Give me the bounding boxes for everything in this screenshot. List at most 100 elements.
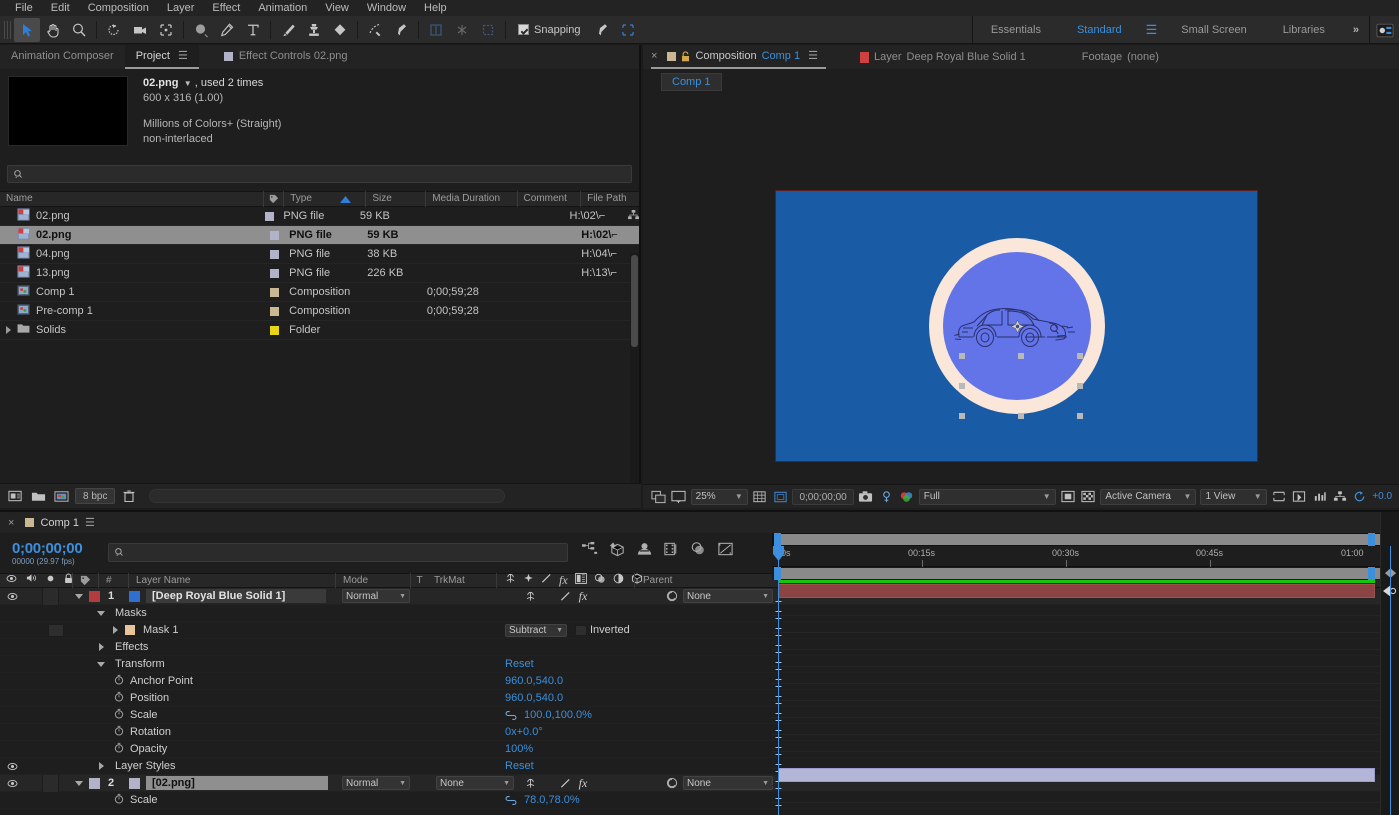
project-tab-project[interactable]: Project ☰: [124, 45, 199, 69]
timeline-tab-label[interactable]: Comp 1: [40, 517, 79, 529]
channels-icon[interactable]: [898, 488, 914, 506]
col-trkmat[interactable]: TrkMat: [428, 573, 496, 588]
col-name[interactable]: Name: [0, 191, 264, 207]
navigator-end-handle[interactable]: [1368, 567, 1375, 580]
zoom-tool[interactable]: [66, 18, 92, 42]
frame-blending-icon[interactable]: [663, 541, 680, 560]
item-label-swatch[interactable]: [264, 211, 274, 221]
new-composition-icon[interactable]: [52, 487, 70, 505]
always-preview-icon[interactable]: [650, 488, 666, 506]
grid-guides-icon[interactable]: [752, 488, 768, 506]
item-label-swatch[interactable]: [270, 249, 280, 259]
col-layer-name[interactable]: Layer Name: [128, 573, 335, 588]
expand-triangle-icon[interactable]: [98, 762, 104, 770]
type-tool[interactable]: [240, 18, 266, 42]
layer-quality-toggle[interactable]: [558, 775, 573, 792]
workspace-overflow-icon[interactable]: »: [1343, 16, 1369, 44]
expand-triangle-icon[interactable]: [112, 626, 118, 634]
layer-blend-mode-dropdown[interactable]: Normal ▼: [342, 589, 410, 603]
show-snapshot-icon[interactable]: [878, 488, 894, 506]
project-row[interactable]: 02.png PNG file 59 KB H:\02\⌐: [0, 207, 639, 226]
item-label-swatch[interactable]: [270, 268, 280, 278]
stopwatch-icon[interactable]: [114, 742, 124, 756]
collapse-triangle-icon[interactable]: [75, 780, 83, 786]
menu-item-view[interactable]: View: [316, 0, 358, 16]
property-value[interactable]: Reset: [505, 658, 534, 670]
pixel-aspect-icon[interactable]: [1271, 488, 1287, 506]
frame-blend-switch-icon[interactable]: [574, 572, 587, 589]
current-timecode[interactable]: 0;00;00;00: [12, 541, 83, 556]
brush-tool[interactable]: [275, 18, 301, 42]
tab-layer[interactable]: Layer Deep Royal Blue Solid 1: [859, 45, 1034, 69]
work-area-track[interactable]: [778, 534, 1393, 545]
selection-tool[interactable]: [14, 17, 40, 42]
mask-shape-icon[interactable]: [475, 18, 501, 42]
project-search-box[interactable]: [7, 165, 632, 183]
composition-mini-flowchart-icon[interactable]: [582, 541, 599, 560]
property-value[interactable]: 0x+0.0°: [505, 726, 543, 738]
item-label-swatch[interactable]: [270, 325, 280, 335]
tab-footage[interactable]: Footage (none): [1082, 45, 1167, 69]
shape-tool[interactable]: [188, 18, 214, 42]
pen-tool[interactable]: [214, 18, 240, 42]
snapshot-icon[interactable]: [858, 488, 874, 506]
layer-shy-toggle[interactable]: [518, 588, 542, 605]
close-icon[interactable]: ×: [651, 45, 657, 68]
menu-item-help[interactable]: Help: [415, 0, 456, 16]
mask-visibility-toggle[interactable]: [48, 623, 64, 637]
draft-3d-icon[interactable]: [609, 541, 626, 560]
item-label-swatch[interactable]: [270, 230, 280, 240]
stopwatch-icon[interactable]: [114, 691, 124, 705]
mask-mode-dropdown[interactable]: Subtract ▼: [505, 624, 567, 637]
distribute-icon[interactable]: [449, 18, 475, 42]
layer-shy-toggle[interactable]: [518, 775, 542, 792]
col-type[interactable]: Type: [284, 191, 367, 207]
project-tab-animation-composer[interactable]: Animation Composer: [0, 45, 125, 69]
snap-align-icon[interactable]: [589, 18, 615, 42]
project-row[interactable]: Solids Folder: [0, 321, 639, 340]
col-media-duration[interactable]: Media Duration: [426, 191, 518, 207]
stopwatch-icon[interactable]: [114, 725, 124, 739]
project-search-input[interactable]: [27, 168, 626, 180]
menu-item-file[interactable]: File: [6, 0, 42, 16]
collapse-triangle-icon[interactable]: [97, 661, 105, 667]
layer-video-toggle[interactable]: [0, 588, 24, 605]
views-dropdown[interactable]: 1 View ▼: [1200, 488, 1267, 505]
comp-stage[interactable]: [775, 190, 1258, 462]
menu-item-layer[interactable]: Layer: [158, 0, 204, 16]
exposure-value[interactable]: +0.0: [1372, 491, 1392, 502]
link-constrain-icon[interactable]: [505, 796, 517, 808]
project-footer-track[interactable]: [149, 489, 505, 503]
menu-item-animation[interactable]: Animation: [249, 0, 316, 16]
col-t[interactable]: T: [410, 573, 428, 588]
project-row[interactable]: 04.png PNG file 38 KB H:\04\⌐: [0, 245, 639, 264]
selection-handle[interactable]: [959, 413, 965, 419]
timeline-icon[interactable]: [1311, 488, 1327, 506]
selection-handle[interactable]: [1018, 353, 1024, 359]
workspace-libraries[interactable]: Libraries: [1265, 16, 1343, 44]
collapse-triangle-icon[interactable]: [75, 593, 83, 599]
item-label-swatch[interactable]: [270, 287, 280, 297]
selection-handle[interactable]: [1077, 413, 1083, 419]
camera-tool[interactable]: [127, 18, 153, 42]
col-mode[interactable]: Mode: [335, 573, 410, 588]
work-area-bar[interactable]: [772, 533, 1399, 546]
comp-timecode-field[interactable]: 0;00;00;00: [792, 488, 854, 505]
property-value[interactable]: 100%: [505, 743, 533, 755]
layer-video-toggle[interactable]: [0, 775, 24, 792]
workspace-essentials[interactable]: Essentials: [973, 16, 1059, 44]
link-constrain-icon[interactable]: [505, 711, 517, 723]
subtab-comp-1[interactable]: Comp 1: [661, 73, 722, 91]
selection-handle[interactable]: [959, 353, 965, 359]
mask-color-swatch[interactable]: [125, 625, 135, 635]
menu-item-window[interactable]: Window: [358, 0, 415, 16]
parent-pick-whip[interactable]: [661, 588, 683, 605]
col-comment[interactable]: Comment: [518, 191, 582, 207]
layer-parent-dropdown[interactable]: None ▼: [683, 776, 773, 790]
main-viewer-icon[interactable]: [670, 488, 686, 506]
snapping-checkbox[interactable]: [518, 24, 529, 35]
panel-menu-icon[interactable]: ☰: [85, 516, 95, 529]
playhead-handle[interactable]: [773, 546, 784, 561]
motion-blur-switch-icon[interactable]: [594, 573, 606, 589]
work-area-start-handle[interactable]: [774, 533, 781, 546]
